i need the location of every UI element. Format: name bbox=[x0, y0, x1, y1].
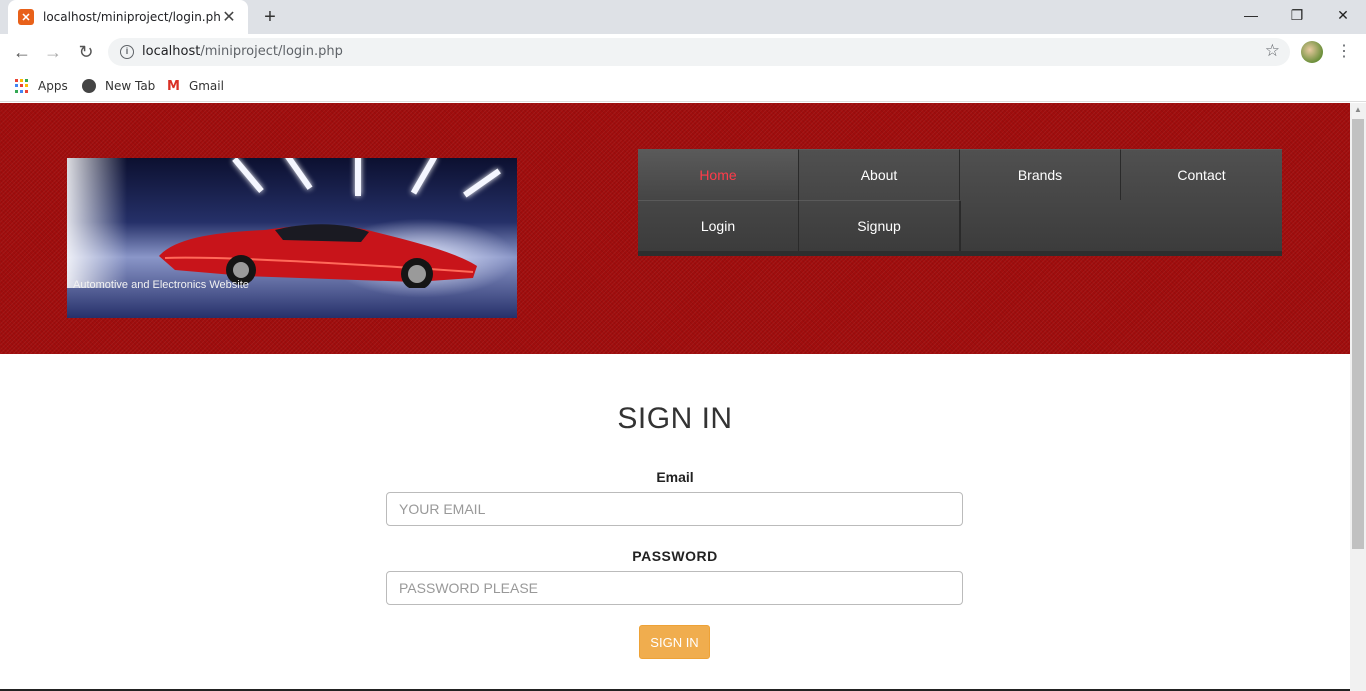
red-car-icon bbox=[159, 224, 477, 288]
page-title: SIGN IN bbox=[617, 402, 733, 435]
new-tab-button[interactable]: + bbox=[258, 5, 282, 29]
scrollbar-thumb[interactable] bbox=[1352, 119, 1364, 549]
nav-signup[interactable]: Signup bbox=[799, 200, 960, 251]
ceiling-light bbox=[463, 168, 501, 198]
bookmark-apps[interactable]: Apps bbox=[15, 76, 68, 96]
xampp-favicon-icon: ✕ bbox=[18, 9, 34, 25]
globe-icon bbox=[82, 79, 96, 93]
minimize-button[interactable]: — bbox=[1228, 0, 1274, 30]
nav-login[interactable]: Login bbox=[638, 200, 799, 251]
gmail-icon: M bbox=[167, 78, 180, 94]
tab-title: localhost/miniproject/login.php bbox=[43, 10, 220, 24]
bookmark-gmail[interactable]: M Gmail bbox=[167, 76, 224, 96]
tab-close-icon[interactable]: ✕ bbox=[220, 7, 238, 27]
email-field[interactable] bbox=[386, 492, 963, 526]
ceiling-light bbox=[410, 158, 438, 195]
url-text: localhost/miniproject/login.php bbox=[142, 44, 343, 59]
nav-contact[interactable]: Contact bbox=[1121, 149, 1282, 200]
browser-tab[interactable]: ✕ localhost/miniproject/login.php ✕ bbox=[8, 0, 248, 34]
banner-caption: Automotive and Electronics Website bbox=[73, 279, 249, 291]
ceiling-light bbox=[355, 158, 361, 196]
ceiling-light bbox=[283, 158, 313, 190]
password-label: PASSWORD bbox=[632, 548, 718, 564]
nav-about[interactable]: About bbox=[799, 149, 960, 200]
profile-avatar[interactable] bbox=[1301, 41, 1323, 63]
main-nav: Home About Brands Contact Login Signup bbox=[638, 149, 1282, 256]
nav-divider bbox=[960, 200, 961, 251]
bookmark-label: New Tab bbox=[105, 79, 156, 93]
page-content: Automotive and Electronics Website Home … bbox=[0, 103, 1350, 691]
nav-home[interactable]: Home bbox=[638, 149, 799, 200]
browser-tab-bar: ✕ localhost/miniproject/login.php ✕ + — … bbox=[0, 0, 1366, 34]
back-arrow-icon[interactable]: ← bbox=[10, 40, 34, 64]
nav-brands[interactable]: Brands bbox=[960, 149, 1121, 200]
address-bar[interactable]: i localhost/miniproject/login.php ☆ bbox=[108, 38, 1290, 66]
bookmark-star-icon[interactable]: ☆ bbox=[1265, 41, 1280, 61]
forward-arrow-icon[interactable]: → bbox=[41, 40, 65, 64]
restore-button[interactable]: ❐ bbox=[1274, 0, 1320, 30]
bookmark-new-tab[interactable]: New Tab bbox=[82, 76, 155, 96]
scroll-up-icon[interactable]: ▲ bbox=[1354, 105, 1362, 114]
password-field[interactable] bbox=[386, 571, 963, 605]
apps-grid-icon bbox=[15, 79, 29, 93]
reload-icon[interactable]: ↻ bbox=[74, 40, 98, 64]
bookmark-label: Gmail bbox=[188, 79, 224, 93]
info-icon[interactable]: i bbox=[120, 45, 134, 59]
banner-image: Automotive and Electronics Website bbox=[67, 158, 517, 318]
bookmark-label: Apps bbox=[38, 79, 68, 93]
ceiling-light bbox=[232, 158, 264, 194]
site-header: Automotive and Electronics Website Home … bbox=[0, 103, 1350, 354]
url-host: localhost bbox=[142, 44, 201, 59]
email-label: Email bbox=[656, 469, 694, 485]
sign-in-button[interactable]: SIGN IN bbox=[639, 625, 710, 659]
url-path: /miniproject/login.php bbox=[200, 44, 343, 59]
banner-glow bbox=[67, 158, 127, 288]
page-scrollbar[interactable]: ▲ bbox=[1350, 103, 1366, 691]
browser-toolbar: ← → ↻ i localhost/miniproject/login.php … bbox=[0, 34, 1366, 70]
browser-menu-icon[interactable]: ⋮ bbox=[1336, 41, 1352, 63]
bookmarks-bar: Apps New Tab M Gmail bbox=[0, 70, 1366, 102]
close-window-button[interactable]: ✕ bbox=[1320, 0, 1366, 30]
nav-bottom-bar bbox=[638, 251, 1282, 256]
